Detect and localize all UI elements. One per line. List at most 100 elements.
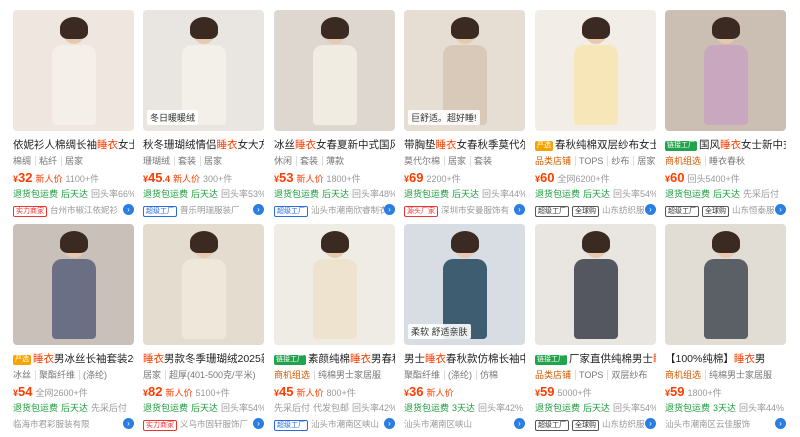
product-image[interactable]	[143, 224, 264, 345]
model-figure	[181, 231, 226, 339]
price-row: ¥60 全网6200+件	[535, 169, 656, 185]
price-integer: 45	[148, 170, 163, 185]
product-title[interactable]: 秋冬珊瑚绒情侣睡衣女大方领	[143, 138, 264, 152]
product-image[interactable]: 冬日暖暖绒	[143, 10, 264, 131]
shop-brand: 纯棉男士家居服	[709, 370, 773, 380]
arrow-right-icon[interactable]: ›	[123, 204, 134, 215]
product-card[interactable]: 睡衣男款冬季珊瑚绒2025新 居家 超厚(401-500克/平米) ¥82 新人价 510…	[143, 224, 264, 434]
product-title[interactable]: 睡衣男款冬季珊瑚绒2025新	[143, 352, 264, 366]
service-tag: 后天达	[61, 189, 89, 199]
arrow-right-icon[interactable]: ›	[384, 418, 395, 429]
arrow-right-icon[interactable]: ›	[514, 418, 525, 429]
service-tag: 后天达	[61, 403, 89, 413]
product-card[interactable]: 冬日暖暖绒秋冬珊瑚绒情侣睡衣女大方领珊瑚绒套装居家 ¥45.4新人价300+件退货…	[143, 10, 264, 220]
product-title[interactable]: 链接工厂素颜纯棉睡衣男春秋	[274, 352, 395, 366]
sold-count: 1100+件	[65, 174, 100, 184]
model-hair	[59, 231, 88, 253]
model-head	[581, 17, 610, 44]
product-image[interactable]	[274, 224, 395, 345]
model-figure	[703, 231, 748, 339]
product-image[interactable]	[274, 10, 395, 131]
product-title[interactable]: 冰丝睡衣女春夏新中式国风	[274, 138, 395, 152]
title-highlight: 睡衣	[295, 139, 316, 151]
product-title[interactable]: 男士睡衣春秋款仿棉长袖中	[404, 352, 525, 366]
new-user-price: 新人价	[35, 174, 63, 184]
arrow-right-icon[interactable]: ›	[514, 204, 525, 215]
product-title[interactable]: 链接工厂厂家直供纯棉男士睡	[535, 352, 656, 366]
arrow-right-icon[interactable]: ›	[253, 204, 264, 215]
product-card[interactable]: 链接工厂国风睡衣女士新中式商机组选睡衣春秋 ¥60回头5400+件退货包运费后天达…	[665, 10, 786, 220]
shop-row[interactable]: 超级工厂 全球购 山东恒泰服 ›	[665, 204, 786, 217]
price: ¥82	[143, 384, 162, 399]
service-row: 先采后付 代发包邮 回头率42%	[274, 401, 395, 413]
model-hair	[59, 17, 88, 39]
title-text: 男	[754, 353, 766, 365]
product-card[interactable]: 严选 睡衣男冰丝长袖套装20 冰丝 聚酯纤维 (涤纶) ¥54 全网2600+件 退货包运费后…	[13, 224, 134, 434]
arrow-right-icon[interactable]: ›	[253, 418, 264, 429]
product-image[interactable]	[665, 224, 786, 345]
product-card[interactable]: 依妮衫人棉绸长袖睡衣女士 棉绸 粘纤 居家 ¥32 新人价 1100+件 退货包运费 后天达 回头…	[13, 10, 134, 220]
title-text: 男春秋	[371, 353, 395, 365]
arrow-right-icon[interactable]: ›	[645, 204, 656, 215]
product-image[interactable]	[535, 224, 656, 345]
service-row: 退货包运费 后天达 回头率66%	[13, 187, 134, 199]
shop-row[interactable]: 超级工厂 汕头市潮南区峡山 ›	[274, 418, 395, 431]
title-text: 厂家直供纯棉男士	[569, 353, 653, 365]
shop-row[interactable]: 超级工厂 全球购 山东纺织服 ›	[535, 418, 656, 431]
shop-row[interactable]: 超级工厂 汕头市潮南欣睿制衣厂 ›	[274, 204, 395, 217]
new-user-price: 新人价	[165, 388, 193, 398]
title-highlight: 睡衣	[97, 139, 118, 151]
attribute-tag: 居家	[448, 156, 472, 166]
seller-label: 超级工厂	[665, 206, 699, 217]
shop-row[interactable]: 实力商家 台州市椒江依妮衫 ›	[13, 204, 134, 217]
product-title[interactable]: 带胸垫睡衣女春秋季莫代尔	[404, 138, 525, 152]
service-tag: 代发包邮	[313, 403, 350, 413]
product-card[interactable]: 柔软 舒适亲肤 男士睡衣春秋款仿棉长袖中 聚酯纤维 (涤纶) 仿棉 ¥36 新人价 退货包运费…	[404, 224, 525, 434]
product-image[interactable]	[535, 10, 656, 131]
model-hair	[581, 231, 610, 253]
sold-count: 5000+件	[557, 388, 592, 398]
product-card[interactable]: 链接工厂厂家直供纯棉男士睡品类店铺TOPS双层纱布 ¥595000+件退货包运费后…	[535, 224, 656, 434]
product-card[interactable]: 链接工厂素颜纯棉睡衣男春秋商机组选纯棉男士家居服 ¥45新人价800+件先采后付代…	[274, 224, 395, 434]
price-row: ¥53 新人价 1800+件	[274, 169, 395, 185]
shop-row[interactable]: 超级工厂 晋乐明瑞服装厂 ›	[143, 204, 264, 217]
arrow-right-icon[interactable]: ›	[384, 204, 395, 215]
product-image[interactable]: 巨舒适。超好睡!	[404, 10, 525, 131]
product-title[interactable]: 严选 睡衣男冰丝长袖套装20	[13, 352, 134, 366]
price: ¥59	[665, 384, 684, 399]
shop-row[interactable]: 临海市君彩服装有限 ›	[13, 418, 134, 430]
product-image[interactable]	[13, 224, 134, 345]
attribute-tag: 套装	[178, 156, 202, 166]
product-card[interactable]: 【100%纯棉】睡衣男 商机组选 纯棉男士家居服 ¥59 1800+件 退货包运费 3天达回…	[665, 224, 786, 434]
product-title[interactable]: 依妮衫人棉绸长袖睡衣女士	[13, 138, 134, 152]
arrow-right-icon[interactable]: ›	[775, 418, 786, 429]
product-card[interactable]: 巨舒适。超好睡! 带胸垫睡衣女春秋季莫代尔 莫代尔棉 居家 套装 ¥69 2200+件 退货包…	[404, 10, 525, 220]
shop-brand: TOPS	[579, 156, 609, 166]
product-card[interactable]: 冰丝睡衣女春夏新中式国风 休闲 套装 薄款 ¥53 新人价 1800+件 退货包运费 后天达 回头…	[274, 10, 395, 220]
shop-row[interactable]: 汕头市潮南区云佳服饰 ›	[665, 418, 786, 430]
product-title[interactable]: 严选 春秋纯棉双层纱布女士	[535, 138, 656, 152]
product-card[interactable]: 严选 春秋纯棉双层纱布女士 品类店铺 TOPS 纱布 居家 ¥60 全网6200+件 退货包运费…	[535, 10, 656, 220]
service-tag: 退货包运费	[143, 403, 189, 413]
model-hair	[320, 17, 349, 39]
shop-row[interactable]: 超级工厂 全球购 山东纺织服 ›	[535, 204, 656, 217]
shop-row[interactable]: 源头厂家 深圳市安曼服饰有 ›	[404, 204, 525, 217]
attribute-tag: 休闲	[274, 156, 298, 166]
product-image[interactable]: 柔软 舒适亲肤	[404, 224, 525, 345]
arrow-right-icon[interactable]: ›	[645, 418, 656, 429]
product-image[interactable]	[13, 10, 134, 131]
arrow-right-icon[interactable]: ›	[123, 418, 134, 429]
service-row: 退货包运费 后天达 回头率48%	[274, 187, 395, 199]
product-title[interactable]: 链接工厂国风睡衣女士新中式	[665, 138, 786, 152]
sold-count: 1800+件	[687, 388, 722, 398]
product-title[interactable]: 【100%纯棉】睡衣男	[665, 352, 786, 366]
price-integer: 36	[409, 384, 424, 399]
new-user-price: 新人价	[296, 174, 324, 184]
product-image[interactable]	[665, 10, 786, 131]
arrow-right-icon[interactable]: ›	[775, 204, 786, 215]
price: ¥53	[274, 170, 293, 185]
service-tag: 退货包运费	[665, 403, 711, 413]
shop-row[interactable]: 实力商家 义乌市固轩服饰厂 ›	[143, 418, 264, 431]
seller-location: 汕头市潮南区峡山	[311, 419, 380, 429]
shop-row[interactable]: 汕头市潮南区峡山 ›	[404, 418, 525, 430]
